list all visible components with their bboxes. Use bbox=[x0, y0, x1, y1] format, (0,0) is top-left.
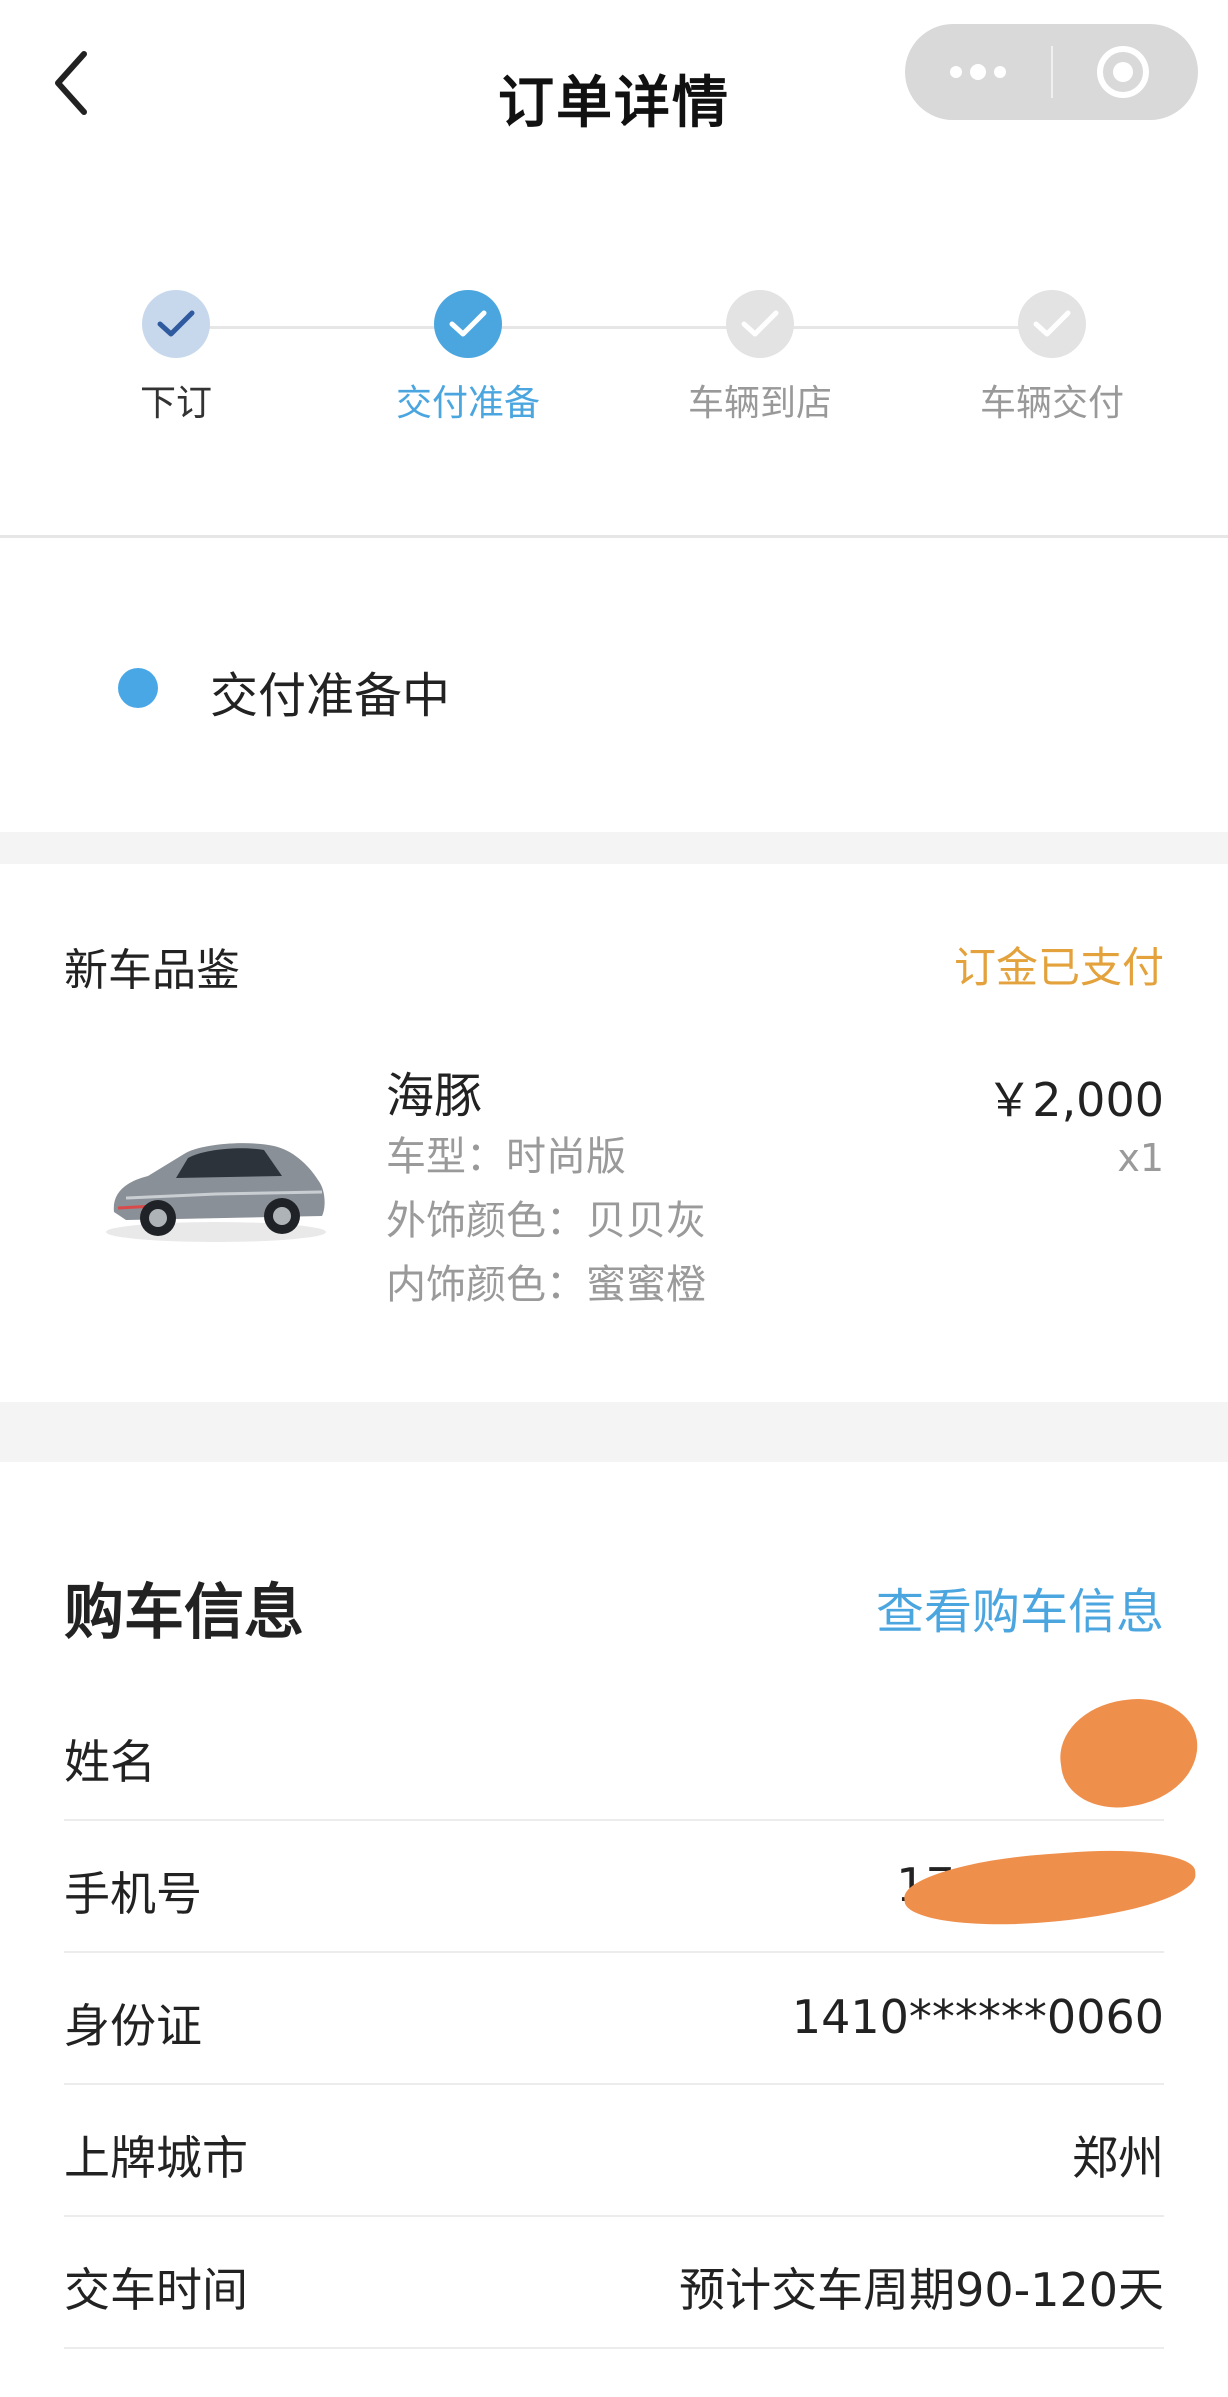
step-label: 下订 bbox=[139, 383, 212, 424]
info-row-delivery-time: 交车时间 预计交车周期90-120天 bbox=[64, 2216, 1164, 2349]
section-divider bbox=[0, 535, 1228, 538]
product-model: 车型：时尚版 bbox=[386, 1134, 626, 1180]
more-dots-icon bbox=[950, 64, 1006, 80]
check-icon bbox=[434, 290, 502, 358]
steps-connector-line bbox=[176, 326, 1052, 329]
check-icon bbox=[142, 290, 210, 358]
section-gap bbox=[0, 1402, 1228, 1462]
check-icon bbox=[726, 290, 794, 358]
payment-status-badge: 订金已支付 bbox=[953, 943, 1164, 992]
info-row-city: 上牌城市 郑州 bbox=[64, 2084, 1164, 2217]
product-interior-color: 内饰颜色：蜜蜜橙 bbox=[386, 1262, 706, 1308]
step-vehicle-arrival: 车辆到店 bbox=[650, 290, 870, 426]
card-title: 新车品鉴 bbox=[64, 945, 240, 996]
product-quantity: x1 bbox=[1117, 1136, 1164, 1180]
section-gap bbox=[0, 832, 1228, 864]
info-row-name: 姓名 bbox=[64, 1688, 1164, 1821]
info-key: 上牌城市 bbox=[64, 2131, 248, 2185]
view-purchase-info-link[interactable]: 查看购车信息 bbox=[876, 1572, 1164, 1642]
close-miniprogram-button[interactable] bbox=[1053, 24, 1198, 120]
step-delivery-prep: 交付准备 bbox=[358, 290, 578, 426]
status-dot-icon bbox=[118, 668, 158, 708]
product-exterior-color: 外饰颜色：贝贝灰 bbox=[386, 1198, 706, 1244]
check-icon bbox=[1018, 290, 1086, 358]
miniprogram-capsule bbox=[905, 24, 1198, 120]
info-key: 身份证 bbox=[64, 1999, 202, 2053]
product-price: ￥2,000 bbox=[986, 1073, 1164, 1127]
step-vehicle-delivery: 车辆交付 bbox=[942, 290, 1162, 426]
target-close-icon bbox=[1097, 46, 1149, 98]
step-label: 车辆到店 bbox=[687, 383, 832, 424]
more-menu-button[interactable] bbox=[905, 24, 1051, 120]
product-name: 海豚 bbox=[386, 1068, 483, 1124]
purchase-info-title: 购车信息 bbox=[64, 1578, 304, 1648]
info-key: 手机号 bbox=[64, 1867, 202, 1921]
info-value: 郑州 bbox=[1072, 2131, 1164, 2185]
info-key: 交车时间 bbox=[64, 2263, 248, 2317]
header-bar: 订单详情 bbox=[0, 0, 1228, 180]
step-label: 交付准备 bbox=[395, 383, 540, 424]
info-value: 预计交车周期90-120天 bbox=[679, 2263, 1164, 2317]
info-key: 姓名 bbox=[64, 1735, 156, 1789]
order-status: 交付准备中 bbox=[210, 668, 451, 724]
car-image bbox=[96, 1120, 336, 1250]
step-ordered: 下订 bbox=[66, 290, 286, 426]
info-value: 1410******0060 bbox=[791, 1990, 1164, 2044]
step-label: 车辆交付 bbox=[979, 383, 1124, 424]
info-row-id: 身份证 1410******0060 bbox=[64, 1952, 1164, 2085]
